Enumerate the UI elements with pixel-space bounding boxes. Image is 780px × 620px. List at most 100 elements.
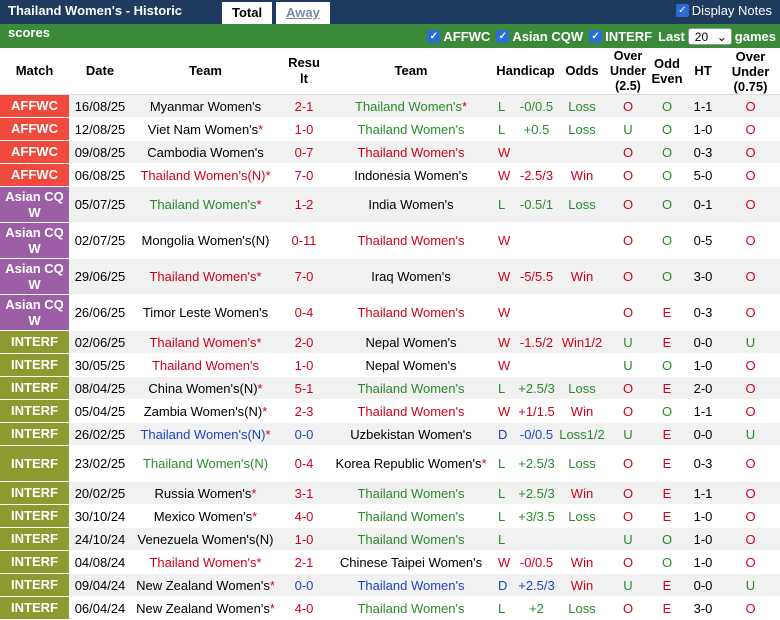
away-team-name[interactable]: Chinese Taipei Women's — [340, 555, 482, 570]
table-row[interactable]: AFFWC 16/08/25 Myanmar Women's 2-1 Thailand … — [0, 94, 780, 118]
away-team-name[interactable]: Thailand Women's — [357, 145, 464, 160]
home-team[interactable]: Cambodia Women's — [131, 140, 280, 164]
match-badge[interactable]: AFFWC — [0, 94, 69, 118]
table-row[interactable]: AFFWC 06/08/25 Thailand Women's(N)* 7-0 Indo… — [0, 163, 780, 187]
home-team-name[interactable]: Thailand Women's — [149, 269, 256, 284]
away-team-name[interactable]: Indonesia Women's — [354, 168, 468, 183]
match-badge[interactable]: INTERF — [0, 550, 69, 574]
checkbox-icon[interactable]: ✓ — [675, 4, 689, 17]
score-cell[interactable]: 1-0 — [280, 353, 328, 377]
table-row[interactable]: INTERF 02/06/25 Thailand Women's* 2-0 Nepal … — [0, 330, 780, 354]
match-badge[interactable]: AFFWC — [0, 140, 69, 164]
score-cell[interactable]: 7-0 — [280, 163, 328, 187]
away-team-name[interactable]: Thailand Women's — [357, 404, 464, 419]
score-cell[interactable]: 2-0 — [280, 330, 328, 354]
away-team[interactable]: Thailand Women's — [328, 596, 494, 620]
home-team-name[interactable]: Thailand Women's — [149, 555, 256, 570]
match-badge[interactable]: Asian CQ W — [0, 258, 69, 295]
away-team-name[interactable]: Thailand Women's — [357, 486, 464, 501]
home-team-name[interactable]: Cambodia Women's — [147, 145, 263, 160]
table-row[interactable]: Asian CQ W 29/06/25 Thailand Women's* 7-0 Ir… — [0, 258, 780, 295]
score-cell[interactable]: 2-1 — [280, 94, 328, 118]
home-team-name[interactable]: New Zealand Women's — [136, 601, 270, 616]
away-team-name[interactable]: Thailand Women's — [357, 381, 464, 396]
away-team[interactable]: Nepal Women's — [328, 330, 494, 354]
table-row[interactable]: INTERF 30/05/25 Thailand Women's 1-0 Nepal W… — [0, 353, 780, 377]
home-team[interactable]: Thailand Women's* — [131, 550, 280, 574]
home-team[interactable]: Thailand Women's(N)* — [131, 422, 280, 446]
away-team[interactable]: Iraq Women's — [328, 258, 494, 295]
filter-affwc[interactable]: ✓ AFFWC — [427, 29, 490, 44]
match-badge[interactable]: INTERF — [0, 330, 69, 354]
away-team[interactable]: Nepal Women's — [328, 353, 494, 377]
away-team[interactable]: Korea Republic Women's* — [328, 445, 494, 482]
home-team[interactable]: Timor Leste Women's — [131, 294, 280, 331]
display-notes-toggle[interactable]: ✓ Display Notes — [675, 3, 772, 18]
table-row[interactable]: INTERF 09/04/24 New Zealand Women's* 0-0 Tha… — [0, 573, 780, 597]
score-cell[interactable]: 1-2 — [280, 186, 328, 223]
home-team[interactable]: Mexico Women's* — [131, 504, 280, 528]
home-team-name[interactable]: Thailand Women's — [149, 197, 256, 212]
home-team-name[interactable]: Russia Women's — [155, 486, 252, 501]
away-team-name[interactable]: Thailand Women's — [355, 99, 462, 114]
home-team[interactable]: Myanmar Women's — [131, 94, 280, 118]
table-row[interactable]: INTERF 23/02/25 Thailand Women's(N) 0-4 Kore… — [0, 445, 780, 482]
home-team-name[interactable]: Viet Nam Women's — [148, 122, 258, 137]
tab-total[interactable]: Total — [222, 2, 273, 24]
score-cell[interactable]: 4-0 — [280, 596, 328, 620]
home-team[interactable]: Mongolia Women's(N) — [131, 222, 280, 259]
tab-away[interactable]: Away — [276, 2, 330, 24]
table-row[interactable]: INTERF 04/08/24 Thailand Women's* 2-1 Chines… — [0, 550, 780, 574]
match-badge[interactable]: AFFWC — [0, 163, 69, 187]
table-row[interactable]: Asian CQ W 26/06/25 Timor Leste Women's 0-4… — [0, 294, 780, 331]
away-team-name[interactable]: Thailand Women's — [357, 532, 464, 547]
away-team[interactable]: Thailand Women's* — [328, 94, 494, 118]
home-team-name[interactable]: China Women's(N) — [148, 381, 257, 396]
away-team-name[interactable]: Thailand Women's — [357, 233, 464, 248]
home-team[interactable]: Thailand Women's(N) — [131, 445, 280, 482]
home-team-name[interactable]: Mexico Women's — [154, 509, 252, 524]
score-cell[interactable]: 4-0 — [280, 504, 328, 528]
match-badge[interactable]: AFFWC — [0, 117, 69, 141]
match-badge[interactable]: INTERF — [0, 481, 69, 505]
home-team[interactable]: Russia Women's* — [131, 481, 280, 505]
score-cell[interactable]: 5-1 — [280, 376, 328, 400]
away-team[interactable]: Thailand Women's — [328, 504, 494, 528]
score-cell[interactable]: 2-1 — [280, 550, 328, 574]
away-team[interactable]: Thailand Women's — [328, 294, 494, 331]
score-cell[interactable]: 0-0 — [280, 573, 328, 597]
home-team[interactable]: New Zealand Women's* — [131, 596, 280, 620]
table-row[interactable]: INTERF 24/10/24 Venezuela Women's(N) 1-0 Tha… — [0, 527, 780, 551]
score-cell[interactable]: 0-11 — [280, 222, 328, 259]
home-team-name[interactable]: Thailand Women's — [152, 358, 259, 373]
home-team-name[interactable]: Thailand Women's(N) — [140, 168, 265, 183]
away-team[interactable]: Thailand Women's — [328, 573, 494, 597]
match-badge[interactable]: INTERF — [0, 573, 69, 597]
home-team-name[interactable]: Venezuela Women's(N) — [138, 532, 274, 547]
away-team-name[interactable]: Thailand Women's — [357, 509, 464, 524]
checkbox-icon[interactable]: ✓ — [496, 29, 510, 43]
away-team[interactable]: Thailand Women's — [328, 481, 494, 505]
table-row[interactable]: INTERF 05/04/25 Zambia Women's(N)* 2-3 Thail… — [0, 399, 780, 423]
home-team-name[interactable]: Timor Leste Women's — [143, 305, 268, 320]
away-team[interactable]: Thailand Women's — [328, 222, 494, 259]
table-row[interactable]: INTERF 06/04/24 New Zealand Women's* 4-0 Tha… — [0, 596, 780, 620]
filter-interf[interactable]: ✓ INTERF — [589, 29, 652, 44]
score-cell[interactable]: 0-7 — [280, 140, 328, 164]
home-team-name[interactable]: Zambia Women's(N) — [144, 404, 263, 419]
away-team-name[interactable]: Korea Republic Women's — [335, 456, 481, 471]
score-cell[interactable]: 0-0 — [280, 422, 328, 446]
away-team-name[interactable]: Nepal Women's — [365, 358, 456, 373]
away-team-name[interactable]: Thailand Women's — [357, 601, 464, 616]
away-team-name[interactable]: Iraq Women's — [371, 269, 451, 284]
table-row[interactable]: INTERF 08/04/25 China Women's(N)* 5-1 Thaila… — [0, 376, 780, 400]
match-badge[interactable]: INTERF — [0, 527, 69, 551]
match-badge[interactable]: INTERF — [0, 353, 69, 377]
table-row[interactable]: INTERF 26/02/25 Thailand Women's(N)* 0-0 Uzb… — [0, 422, 780, 446]
match-badge[interactable]: INTERF — [0, 504, 69, 528]
home-team[interactable]: New Zealand Women's* — [131, 573, 280, 597]
score-cell[interactable]: 1-0 — [280, 527, 328, 551]
away-team[interactable]: Thailand Women's — [328, 376, 494, 400]
checkbox-icon[interactable]: ✓ — [589, 29, 603, 43]
home-team-name[interactable]: Thailand Women's(N) — [140, 427, 265, 442]
